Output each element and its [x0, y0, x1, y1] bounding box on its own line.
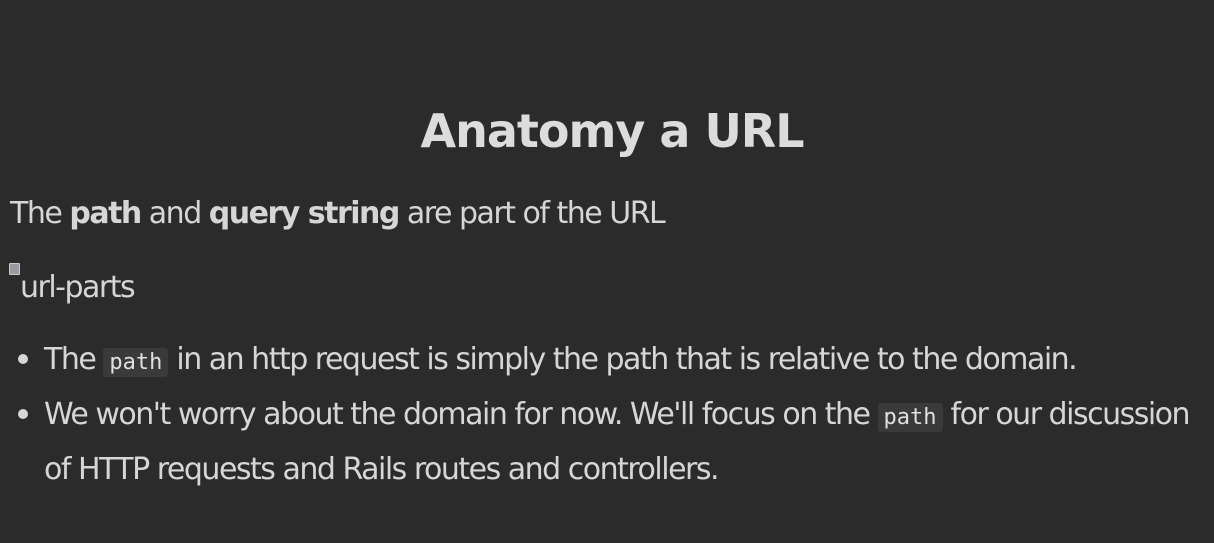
- image-alt-text: url-parts: [20, 270, 136, 305]
- intro-prefix: The: [10, 196, 70, 231]
- intro-middle: and: [140, 196, 209, 231]
- intro-sentence: The path and query string are part of th…: [10, 194, 666, 234]
- intro-query-string-bold: query string: [208, 196, 401, 231]
- inline-code: path: [103, 348, 169, 377]
- inline-code: path: [877, 403, 943, 432]
- bullet-text-after: in an http request is simply the path th…: [168, 342, 1077, 377]
- slide-title: Anatomy a URL: [420, 104, 804, 158]
- bullet-list: The path in an http request is simply th…: [18, 334, 1204, 496]
- list-item: We won't worry about the domain for now.…: [18, 389, 1204, 496]
- bullet-dot: [18, 409, 28, 419]
- bullet-text-before: We won't worry about the domain for now.…: [44, 397, 878, 432]
- bullet-dot: [18, 354, 28, 364]
- slide: Anatomy a URL The path and query string …: [0, 0, 1214, 543]
- list-item: The path in an http request is simply th…: [18, 334, 1204, 389]
- url-parts-image: url-parts: [9, 262, 136, 310]
- broken-image-icon: [9, 263, 20, 275]
- intro-path-bold: path: [69, 196, 142, 231]
- bullet-text-before: The: [44, 342, 104, 377]
- intro-suffix: are part of the URL: [398, 196, 666, 231]
